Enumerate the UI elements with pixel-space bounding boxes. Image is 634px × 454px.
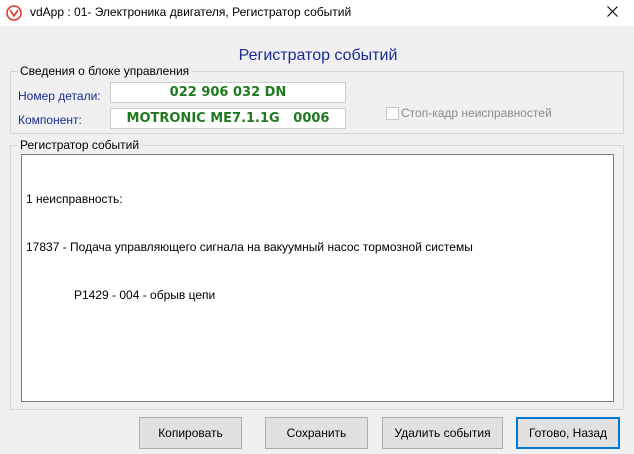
event-log-legend: Регистратор событий: [17, 138, 143, 152]
done-back-button[interactable]: Готово, Назад: [516, 417, 620, 449]
close-icon: [606, 6, 618, 20]
vag-logo-icon: [6, 5, 22, 21]
window-title: vdApp : 01- Электроника двигателя, Регис…: [30, 5, 352, 19]
freeze-frame-checkbox-box[interactable]: [386, 106, 399, 120]
freeze-frame-checkbox[interactable]: Стоп-кадр неисправностей: [386, 106, 552, 120]
component-value: MOTRONIC ME7.1.1G 0006: [110, 108, 346, 129]
delete-events-button[interactable]: Удалить события: [382, 417, 503, 449]
control-unit-legend: Сведения о блоке управления: [17, 64, 193, 78]
log-line: 1 неисправность:: [26, 192, 123, 206]
freeze-frame-label: Стоп-кадр неисправностей: [401, 106, 552, 120]
log-line: 17837 - Подача управляющего сигнала на в…: [26, 240, 473, 254]
save-button[interactable]: Сохранить: [265, 417, 368, 449]
log-line: P1429 - 004 - обрыв цепи: [74, 288, 216, 302]
event-log-textarea[interactable]: 1 неисправность: 17837 - Подача управляю…: [21, 154, 614, 402]
part-number-label: Номер детали:: [18, 89, 101, 103]
dialog-heading: Регистратор событий: [238, 47, 398, 64]
part-number-value: 022 906 032 DN: [110, 82, 346, 103]
component-label: Компонент:: [18, 113, 82, 127]
title-bar: vdApp : 01- Электроника двигателя, Регис…: [0, 0, 634, 26]
copy-button[interactable]: Копировать: [139, 417, 242, 449]
close-button[interactable]: [590, 0, 634, 26]
